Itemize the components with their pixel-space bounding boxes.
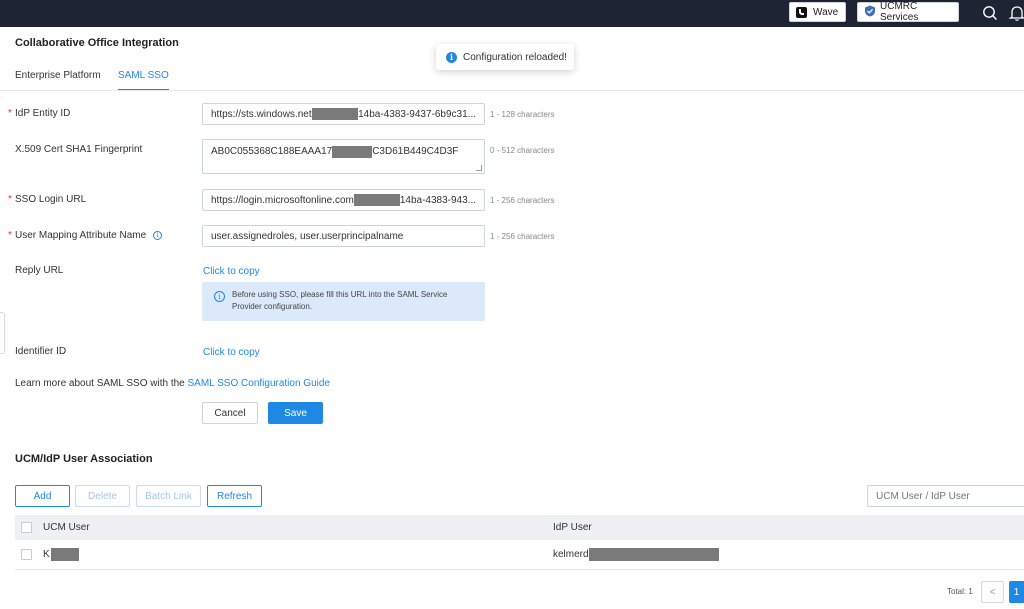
- pager-total: Total: 1: [947, 587, 973, 596]
- ucm-user-cell: K: [43, 548, 79, 561]
- identifier-id-copy-link[interactable]: Click to copy: [203, 347, 260, 358]
- info-icon[interactable]: i: [152, 230, 162, 240]
- redacted-block: [332, 146, 373, 158]
- idp-entity-id-input[interactable]: https://sts.windows.net 14ba-4383-9437-6b…: [202, 103, 485, 125]
- sso-login-url-label: * SSO Login URL: [8, 194, 87, 205]
- table-row: K kelmerd: [15, 540, 1024, 570]
- reply-url-copy-link[interactable]: Click to copy: [203, 266, 260, 277]
- batch-link-button[interactable]: Batch Link: [136, 485, 201, 507]
- toast-message: Configuration reloaded!: [463, 51, 567, 63]
- delete-button[interactable]: Delete: [75, 485, 130, 507]
- ucmrc-services-label: UCMRC Services: [880, 1, 919, 23]
- idp-entity-id-label: * IdP Entity ID: [8, 108, 71, 119]
- saml-sso-guide-link[interactable]: SAML SSO Configuration Guide: [188, 378, 330, 389]
- user-mapping-input[interactable]: user.assignedroles, user.userprincipalna…: [202, 225, 485, 247]
- required-mark: *: [8, 230, 12, 241]
- identifier-id-label: Identifier ID: [15, 346, 67, 357]
- cert-fingerprint-hint: 0 - 512 characters: [490, 146, 555, 155]
- shield-icon: [864, 5, 876, 20]
- wave-button[interactable]: Wave: [789, 2, 846, 22]
- sso-login-url-hint: 1 - 256 characters: [490, 196, 555, 205]
- tab-divider: [0, 90, 1024, 91]
- tab-saml-sso[interactable]: SAML SSO: [118, 70, 169, 91]
- page-button-current[interactable]: 1: [1009, 581, 1024, 603]
- redacted-block: [588, 548, 719, 561]
- column-header-idp-user: IdP User: [553, 522, 592, 533]
- association-title: UCM/IdP User Association: [15, 453, 153, 465]
- top-bar: Wave UCMRC Services: [0, 0, 1024, 27]
- cancel-button[interactable]: Cancel: [202, 402, 258, 424]
- redacted-block: [353, 194, 400, 206]
- row-checkbox[interactable]: [21, 549, 32, 560]
- search-icon[interactable]: [981, 4, 999, 22]
- cert-fingerprint-label: X.509 Cert SHA1 Fingerprint: [15, 144, 143, 155]
- idp-user-cell: kelmerd: [553, 548, 719, 561]
- add-button[interactable]: Add: [15, 485, 70, 507]
- learn-more-text: Learn more about SAML SSO with the SAML …: [15, 378, 330, 389]
- redacted-block: [50, 548, 79, 561]
- wave-icon: [796, 6, 807, 18]
- user-mapping-label: * User Mapping Attribute Name i: [8, 230, 162, 241]
- sso-login-url-input[interactable]: https://login.microsoftonline.com 14ba-43…: [202, 189, 485, 211]
- redacted-block: [311, 108, 359, 120]
- side-collapse-handle[interactable]: [0, 312, 5, 354]
- refresh-button[interactable]: Refresh: [207, 485, 262, 507]
- user-mapping-hint: 1 - 256 characters: [490, 232, 555, 241]
- prev-page-button[interactable]: <: [981, 581, 1004, 603]
- page-title: Collaborative Office Integration: [15, 37, 179, 49]
- tab-enterprise-platform[interactable]: Enterprise Platform: [15, 70, 101, 91]
- idp-entity-id-hint: 1 - 128 characters: [490, 110, 555, 119]
- search-input[interactable]: [867, 485, 1024, 507]
- required-mark: *: [8, 194, 12, 205]
- ucmrc-services-button[interactable]: UCMRC Services: [857, 1, 959, 23]
- select-all-checkbox[interactable]: [21, 522, 32, 533]
- reply-url-label: Reply URL: [15, 265, 64, 276]
- reply-url-notice: i Before using SSO, please fill this URL…: [202, 282, 485, 321]
- required-mark: *: [8, 108, 12, 119]
- chevron-left-icon: <: [989, 586, 996, 598]
- resize-handle-icon[interactable]: [476, 165, 482, 171]
- save-button[interactable]: Save: [268, 402, 323, 424]
- table-header: UCM User IdP User: [15, 515, 1024, 540]
- info-icon: i: [214, 291, 225, 302]
- column-header-ucm-user: UCM User: [43, 522, 90, 533]
- toast-notification: i Configuration reloaded!: [436, 44, 574, 70]
- wave-label: Wave: [813, 6, 839, 18]
- cert-fingerprint-textarea[interactable]: AB0C055368C188EAAA17 C3D61B449C4D3F: [202, 139, 485, 174]
- info-icon: i: [446, 51, 457, 63]
- bell-icon[interactable]: [1008, 4, 1024, 22]
